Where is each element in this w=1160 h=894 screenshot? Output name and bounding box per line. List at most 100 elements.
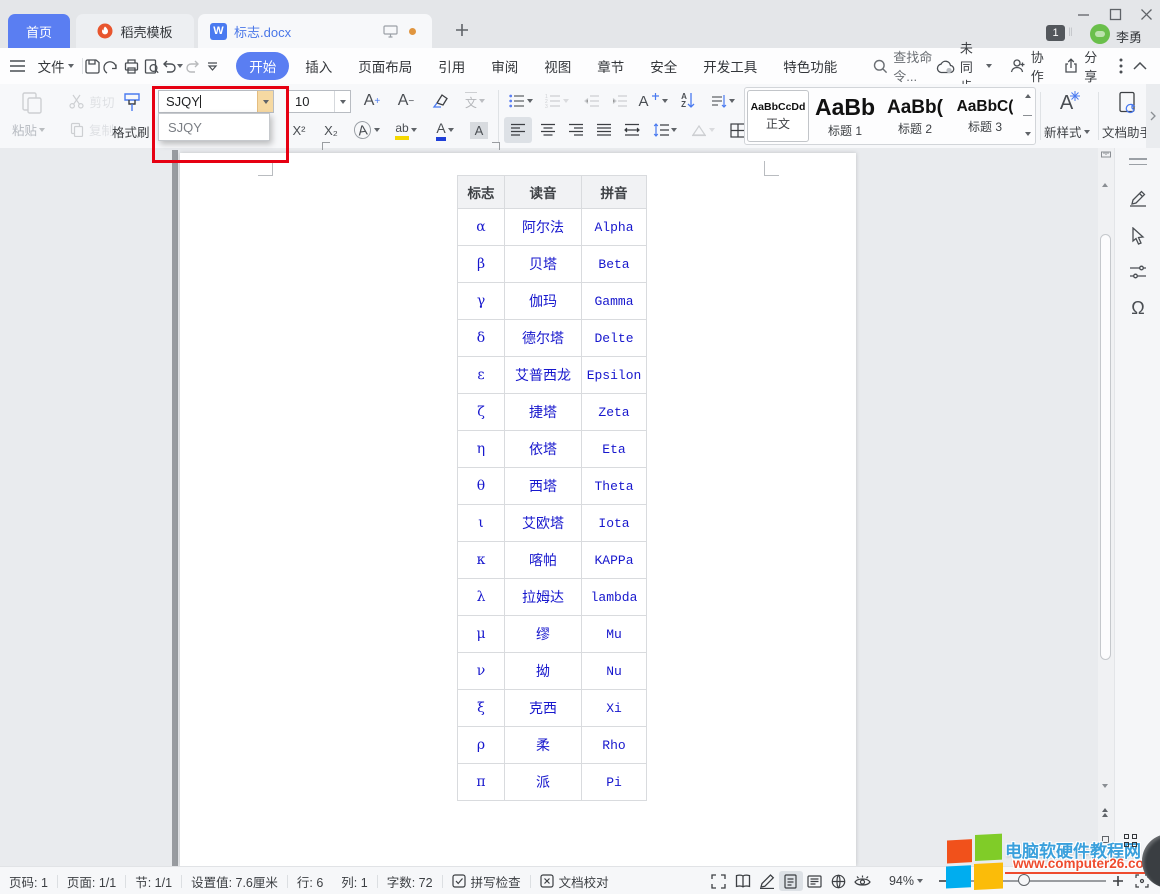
pinyin-cell[interactable]: Theta [582,468,647,505]
doc-assistant-button[interactable]: 文档助手 [1102,122,1152,141]
reading-cell[interactable]: 克西 [505,690,582,727]
table-row[interactable]: ε艾普西龙Epsilon [458,357,647,394]
symbol-cell[interactable]: ε [458,357,505,394]
symbol-cell[interactable]: ρ [458,727,505,764]
scrollbar-thumb[interactable] [1100,234,1111,660]
table-row[interactable]: γ伽玛Gamma [458,283,647,320]
pinyin-cell[interactable]: Xi [582,690,647,727]
reading-cell[interactable]: 拉姆达 [505,579,582,616]
pinyin-cell[interactable]: Zeta [582,394,647,431]
save-icon[interactable] [82,54,102,78]
pinyin-cell[interactable]: Gamma [582,283,647,320]
sidebar-omega-symbol-icon[interactable]: Ω [1126,296,1150,320]
reading-cell[interactable]: 派 [505,764,582,801]
symbol-cell[interactable]: μ [458,616,505,653]
align-right-icon[interactable] [562,117,590,143]
avatar[interactable] [1090,24,1110,44]
align-left-icon[interactable] [504,117,532,143]
fullscreen-view-icon[interactable] [707,871,731,891]
style-gallery-scroll[interactable] [1021,90,1034,140]
spellcheck-button[interactable]: 拼写检查 [443,872,530,891]
table-row[interactable]: ξ克西Xi [458,690,647,727]
menu-tab-home[interactable]: 开始 [236,52,289,80]
reading-cell[interactable]: 艾欧塔 [505,505,582,542]
eye-protection-icon[interactable] [851,871,875,891]
status-column[interactable]: 列: 1 [332,872,376,891]
decrease-indent-icon[interactable] [578,88,604,114]
text-tool-icon[interactable]: A [636,88,670,114]
table-row[interactable]: δ德尔塔Delte [458,320,647,357]
collapse-ribbon-icon[interactable] [1130,54,1150,78]
increase-font-icon[interactable]: A+ [358,88,386,114]
vertical-scrollbar[interactable] [1098,148,1114,866]
zoom-level[interactable]: 94% [875,874,932,888]
style-scroll-down-icon[interactable] [1025,132,1031,136]
font-name-dropdown-icon[interactable] [257,91,273,112]
minimize-button[interactable] [1070,5,1096,23]
font-name-combo[interactable]: SJQY [158,90,274,113]
superscript-icon[interactable]: X² [284,117,314,143]
symbol-cell[interactable]: ξ [458,690,505,727]
tab-document-active[interactable]: W 标志.docx [198,14,432,48]
menu-tab-review[interactable]: 审阅 [481,56,528,76]
symbol-cell[interactable]: θ [458,468,505,505]
pinyin-cell[interactable]: Pi [582,764,647,801]
status-section[interactable]: 节: 1/1 [126,872,181,891]
font-size-dropdown-icon[interactable] [334,91,350,112]
status-line[interactable]: 行: 6 [288,872,332,891]
table-row[interactable]: ρ柔Rho [458,727,647,764]
paste-button[interactable]: 粘贴 [12,120,45,139]
pinyin-cell[interactable]: KAPPa [582,542,647,579]
table-row[interactable]: ι艾欧塔Iota [458,505,647,542]
redo-icon[interactable] [183,54,203,78]
status-word-count[interactable]: 字数: 72 [378,872,442,891]
clear-format-icon[interactable] [426,88,454,114]
new-style-icon[interactable]: A [1048,88,1092,118]
symbol-cell[interactable]: ι [458,505,505,542]
table-row[interactable]: μ缪Mu [458,616,647,653]
table-row[interactable]: π派Pi [458,764,647,801]
font-suggestion-dropdown[interactable]: SJQY [158,113,270,141]
reading-cell[interactable]: 阿尔法 [505,209,582,246]
style-scroll-up-icon[interactable] [1025,94,1031,98]
reading-cell[interactable]: 艾普西龙 [505,357,582,394]
zoom-slider-knob[interactable] [1018,874,1030,886]
symbol-cell[interactable]: ζ [458,394,505,431]
reading-cell[interactable]: 缪 [505,616,582,653]
style-heading-3[interactable]: AaBbC(标题 3 [951,90,1019,142]
symbol-cell[interactable]: γ [458,283,505,320]
write-mode-icon[interactable] [755,871,779,891]
document-page[interactable]: 标志读音拼音 α阿尔法Alphaβ贝塔Betaγ伽玛Gammaδ德尔塔Delte… [180,153,856,866]
select-browse-object-icon[interactable] [1102,836,1109,843]
undo-icon[interactable] [161,54,177,78]
subscript-icon[interactable]: X₂ [316,117,346,143]
page-view-icon[interactable] [779,871,803,891]
menu-tab-view[interactable]: 视图 [534,56,581,76]
justify-icon[interactable] [590,117,618,143]
document-area[interactable]: 标志读音拼音 α阿尔法Alphaβ贝塔Betaγ伽玛Gammaδ德尔塔Delte… [0,148,1098,866]
greek-letters-table[interactable]: 标志读音拼音 α阿尔法Alphaβ贝塔Betaγ伽玛Gammaδ德尔塔Delte… [457,175,647,801]
close-button[interactable] [1133,5,1159,23]
pinyin-cell[interactable]: Eta [582,431,647,468]
menu-tab-section[interactable]: 章节 [587,56,634,76]
ribbon-expand-strip[interactable] [1146,84,1160,148]
menu-tab-page-layout[interactable]: 页面布局 [348,56,422,76]
reading-cell[interactable]: 拗 [505,653,582,690]
scroll-down-icon[interactable] [1102,788,1108,803]
zoom-out-icon[interactable] [932,871,956,891]
sidebar-settings-sliders-icon[interactable] [1126,260,1150,284]
numbered-list-icon[interactable]: 123 [542,88,572,114]
shading-icon[interactable] [686,117,720,143]
symbol-cell[interactable]: ν [458,653,505,690]
menu-tab-references[interactable]: 引用 [428,56,475,76]
share-button[interactable]: 分享 [1063,47,1099,85]
menu-file[interactable]: 文件 [28,56,68,76]
reading-cell[interactable]: 西塔 [505,468,582,505]
symbol-cell[interactable]: β [458,246,505,283]
font-suggestion-item[interactable]: SJQY [159,120,202,135]
reading-cell[interactable]: 捷塔 [505,394,582,431]
status-page-count[interactable]: 页面: 1/1 [58,872,125,891]
character-shading-icon[interactable]: A [466,117,492,143]
style-heading-1[interactable]: AaBb标题 1 [811,90,879,142]
more-options-icon[interactable] [1111,54,1131,78]
